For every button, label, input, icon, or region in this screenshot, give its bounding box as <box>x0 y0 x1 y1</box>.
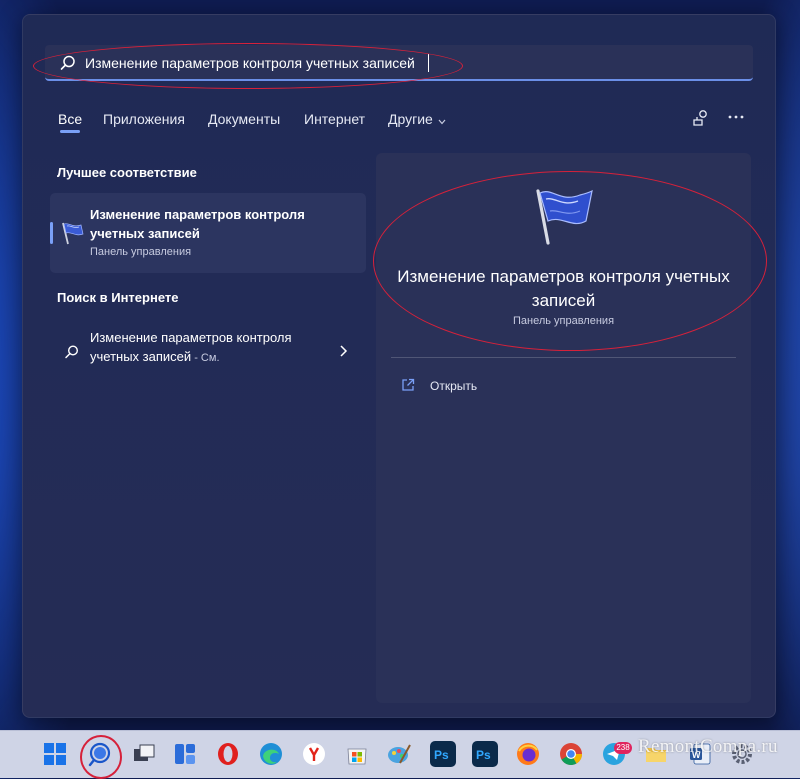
details-title: Изменение параметров контроля учетных за… <box>397 267 730 310</box>
search-box[interactable] <box>45 45 753 81</box>
tab-apps[interactable]: Приложения <box>103 107 185 133</box>
paint-icon[interactable] <box>386 741 412 767</box>
opera-icon[interactable] <box>215 741 241 767</box>
photoshop-icon[interactable]: Ps <box>430 741 456 767</box>
tab-other[interactable]: Другие <box>388 107 446 133</box>
chevron-right-icon <box>339 343 349 359</box>
svg-text:Ps: Ps <box>434 748 449 762</box>
task-view-icon[interactable] <box>131 741 157 767</box>
uac-flag-icon-large <box>528 185 598 247</box>
details-pane: Изменение параметров контроля учетных за… <box>376 153 751 703</box>
tab-documents[interactable]: Документы <box>208 107 280 133</box>
web-search-suffix: - См. <box>191 352 220 364</box>
taskbar-search-icon[interactable] <box>87 741 113 767</box>
yandex-browser-icon[interactable] <box>301 741 327 767</box>
search-icon <box>59 54 77 72</box>
best-match-subtitle: Панель управления <box>90 246 192 258</box>
web-search-heading: Поиск в Интернете <box>57 290 179 305</box>
tab-internet[interactable]: Интернет <box>304 107 365 133</box>
widgets-icon[interactable] <box>172 741 198 767</box>
tab-label: Все <box>58 111 83 127</box>
selection-indicator <box>50 222 53 244</box>
tab-label: Интернет <box>304 111 366 127</box>
svg-text:Ps: Ps <box>476 748 491 762</box>
uac-flag-icon <box>59 220 85 246</box>
more-options-icon[interactable] <box>725 107 747 129</box>
search-panel: Все Приложения Документы Интернет Другие… <box>22 14 776 718</box>
best-match-heading: Лучшее соответствие <box>57 165 197 180</box>
tab-label: Приложения <box>103 111 185 127</box>
tab-label: Документы <box>208 111 281 127</box>
search-input[interactable] <box>85 49 705 77</box>
best-match-title: Изменение параметров контроля учетных за… <box>90 207 305 241</box>
start-windows-icon[interactable] <box>42 741 68 767</box>
open-action[interactable]: Открыть <box>401 375 601 399</box>
chevron-down-icon <box>438 108 446 132</box>
best-match-result[interactable]: Изменение параметров контроля учетных за… <box>50 193 366 273</box>
watermark: RemontCompa.ru <box>638 736 778 757</box>
divider <box>391 357 736 358</box>
firefox-icon[interactable] <box>515 741 541 767</box>
tab-all[interactable]: Все <box>58 107 82 133</box>
text-caret <box>428 54 429 72</box>
edge-icon[interactable] <box>258 741 284 767</box>
chrome-icon[interactable] <box>558 741 584 767</box>
details-subtitle: Панель управления <box>512 315 615 327</box>
web-search-text: Изменение параметров контроля учетных за… <box>90 328 330 368</box>
account-switch-icon[interactable] <box>690 107 712 129</box>
microsoft-store-icon[interactable] <box>344 741 370 767</box>
open-external-icon <box>401 378 415 392</box>
telegram-unread-badge: 238 <box>614 742 632 754</box>
search-icon <box>64 344 80 360</box>
photoshop-icon-2[interactable]: Ps <box>472 741 498 767</box>
web-search-result[interactable]: Изменение параметров контроля учетных за… <box>50 321 366 381</box>
open-label: Открыть <box>430 379 478 393</box>
tab-label: Другие <box>388 111 433 127</box>
